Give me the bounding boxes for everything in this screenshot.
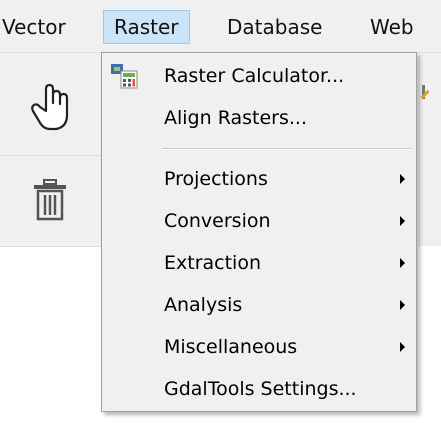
menu-item-align-rasters[interactable]: Align Rasters... (102, 98, 416, 138)
menu-item-label: Projections (164, 168, 268, 190)
qgis-window: Vector Raster Database Web Raster Calcul… (0, 0, 441, 423)
raster-calculator-icon (110, 63, 138, 93)
submenu-arrow-icon (400, 258, 405, 268)
raster-dropdown-menu: Raster Calculator... Align Rasters... Pr… (101, 52, 417, 412)
menu-bar: Vector Raster Database Web (0, 0, 441, 53)
menu-item-label: Miscellaneous (164, 336, 298, 358)
menu-item-raster-calculator[interactable]: Raster Calculator... (102, 56, 416, 96)
menu-separator (162, 148, 412, 150)
menu-raster[interactable]: Raster (103, 10, 190, 44)
menu-item-label: Raster Calculator... (164, 65, 345, 87)
submenu-arrow-icon (400, 342, 405, 352)
menu-item-miscellaneous[interactable]: Miscellaneous (102, 327, 416, 367)
submenu-arrow-icon (400, 174, 405, 184)
menu-item-label: Analysis (164, 294, 243, 316)
submenu-arrow-icon (400, 300, 405, 310)
toolbar-edge (418, 53, 441, 246)
menu-item-label: Conversion (164, 210, 271, 232)
menu-item-gdaltools-settings[interactable]: GdalTools Settings... (102, 369, 416, 409)
menu-item-label: GdalTools Settings... (164, 378, 357, 400)
map-navigation-toolbar (0, 53, 104, 156)
menu-vector[interactable]: Vector (2, 10, 66, 44)
menu-item-label: Align Rasters... (164, 107, 307, 129)
menu-item-analysis[interactable]: Analysis (102, 285, 416, 325)
submenu-arrow-icon (400, 216, 405, 226)
edit-toolbar (0, 156, 104, 247)
menu-database[interactable]: Database (227, 10, 322, 44)
menu-item-projections[interactable]: Projections (102, 159, 416, 199)
trash-icon[interactable] (32, 178, 68, 226)
menu-item-extraction[interactable]: Extraction (102, 243, 416, 283)
hand-pan-icon[interactable] (28, 81, 76, 137)
menu-item-label: Extraction (164, 252, 261, 274)
menu-item-conversion[interactable]: Conversion (102, 201, 416, 241)
menu-web[interactable]: Web (370, 10, 414, 44)
